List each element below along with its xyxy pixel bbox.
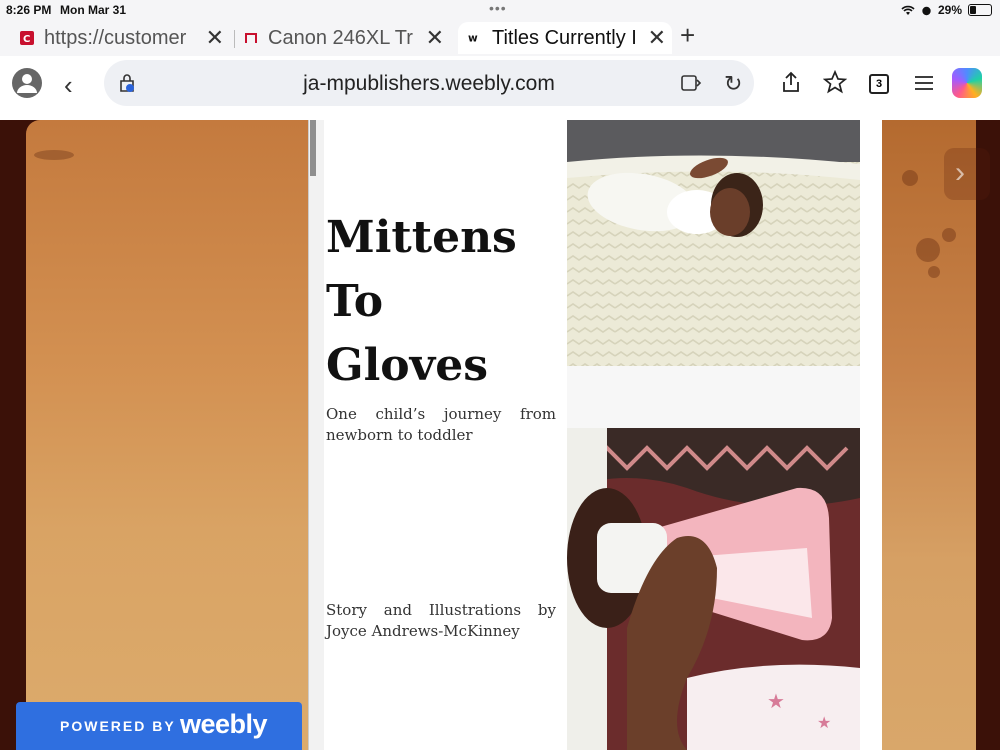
profile-icon — [17, 74, 37, 93]
title-line: To — [326, 276, 384, 327]
tab-bar: C https://customer ✕ Canon 246XL Tr ✕ w … — [0, 20, 1000, 56]
new-tab-icon[interactable]: + — [680, 20, 695, 51]
tab-title: Titles Currently I — [492, 26, 637, 49]
tab-canon[interactable]: Canon 246XL Tr ✕ — [244, 22, 450, 54]
refresh-icon[interactable]: ↻ — [724, 71, 742, 97]
close-tab-icon[interactable]: ✕ — [426, 25, 444, 51]
powered-by-label: POWERED BY — [60, 718, 176, 734]
share-icon[interactable] — [780, 70, 802, 94]
store-favicon-icon — [245, 33, 257, 43]
navigation-bar: ‹ ja-mpublishers.weebly.com ↻ 3 — [0, 56, 1000, 121]
bottle-feeding-photo: ★ ★ — [567, 428, 860, 750]
title-line: Gloves — [326, 340, 488, 391]
date: Mon Mar 31 — [60, 3, 127, 17]
status-bar: 8:26 PM Mon Mar 31 ••• 29% — [0, 0, 1000, 20]
clock: 8:26 PM — [6, 3, 52, 17]
tab-title: https://customer — [44, 26, 187, 49]
svg-text:C: C — [23, 34, 30, 45]
svg-text:★: ★ — [817, 713, 831, 732]
alarm-icon — [922, 6, 931, 15]
address-bar[interactable]: ja-mpublishers.weebly.com ↻ — [104, 60, 754, 106]
tab-customer[interactable]: C https://customer ✕ — [20, 22, 230, 54]
battery-percent: 29% — [937, 3, 962, 17]
battery-level — [970, 6, 976, 14]
tab-separator — [234, 30, 235, 48]
svg-text:★: ★ — [767, 689, 785, 713]
close-tab-icon[interactable]: ✕ — [206, 25, 224, 51]
powered-by-weebly-banner[interactable]: POWERED BY weebly — [16, 702, 302, 750]
book-title: Mittens To Gloves — [326, 206, 517, 398]
chevron-right-icon: › — [955, 156, 965, 189]
back-icon[interactable]: ‹ — [64, 70, 73, 101]
menu-icon[interactable] — [913, 74, 935, 92]
tab-count-button[interactable]: 3 — [869, 74, 889, 94]
parchment-background-left — [26, 120, 308, 750]
web-page: Mittens To Gloves One child’s journey fr… — [0, 120, 1000, 750]
battery-icon — [968, 4, 992, 16]
parchment-background-right — [882, 120, 976, 750]
status-indicators: 29% — [901, 3, 992, 17]
book-subtitle: One child’s journey from newborn to todd… — [326, 405, 556, 444]
baby-on-bed-photo — [567, 120, 860, 366]
book-cover: Mittens To Gloves One child’s journey fr… — [324, 120, 882, 750]
weebly-favicon-icon: w — [468, 33, 478, 45]
multitasking-dots-icon[interactable]: ••• — [489, 0, 507, 16]
favorite-star-icon[interactable] — [823, 70, 847, 94]
title-line: Mittens — [326, 212, 517, 263]
weebly-logo: weebly — [180, 709, 268, 739]
svg-text:w: w — [468, 33, 478, 45]
profile-avatar[interactable] — [12, 68, 42, 98]
close-tab-icon[interactable]: ✕ — [648, 25, 666, 51]
canon-favicon-icon: C — [20, 31, 34, 45]
book-credit: Story and Illustrations by Joyce Andrews… — [326, 601, 556, 640]
page-edge — [308, 120, 325, 750]
url-text: ja-mpublishers.weebly.com — [303, 72, 555, 95]
wifi-icon — [901, 5, 915, 15]
tab-titles-currently[interactable]: w Titles Currently I ✕ — [458, 22, 672, 54]
next-arrow-button[interactable]: › — [944, 148, 990, 200]
tab-title: Canon 246XL Tr — [268, 26, 413, 49]
immersive-reader-icon[interactable] — [680, 73, 702, 93]
photo-gap — [567, 366, 860, 428]
copilot-icon[interactable] — [952, 68, 982, 98]
